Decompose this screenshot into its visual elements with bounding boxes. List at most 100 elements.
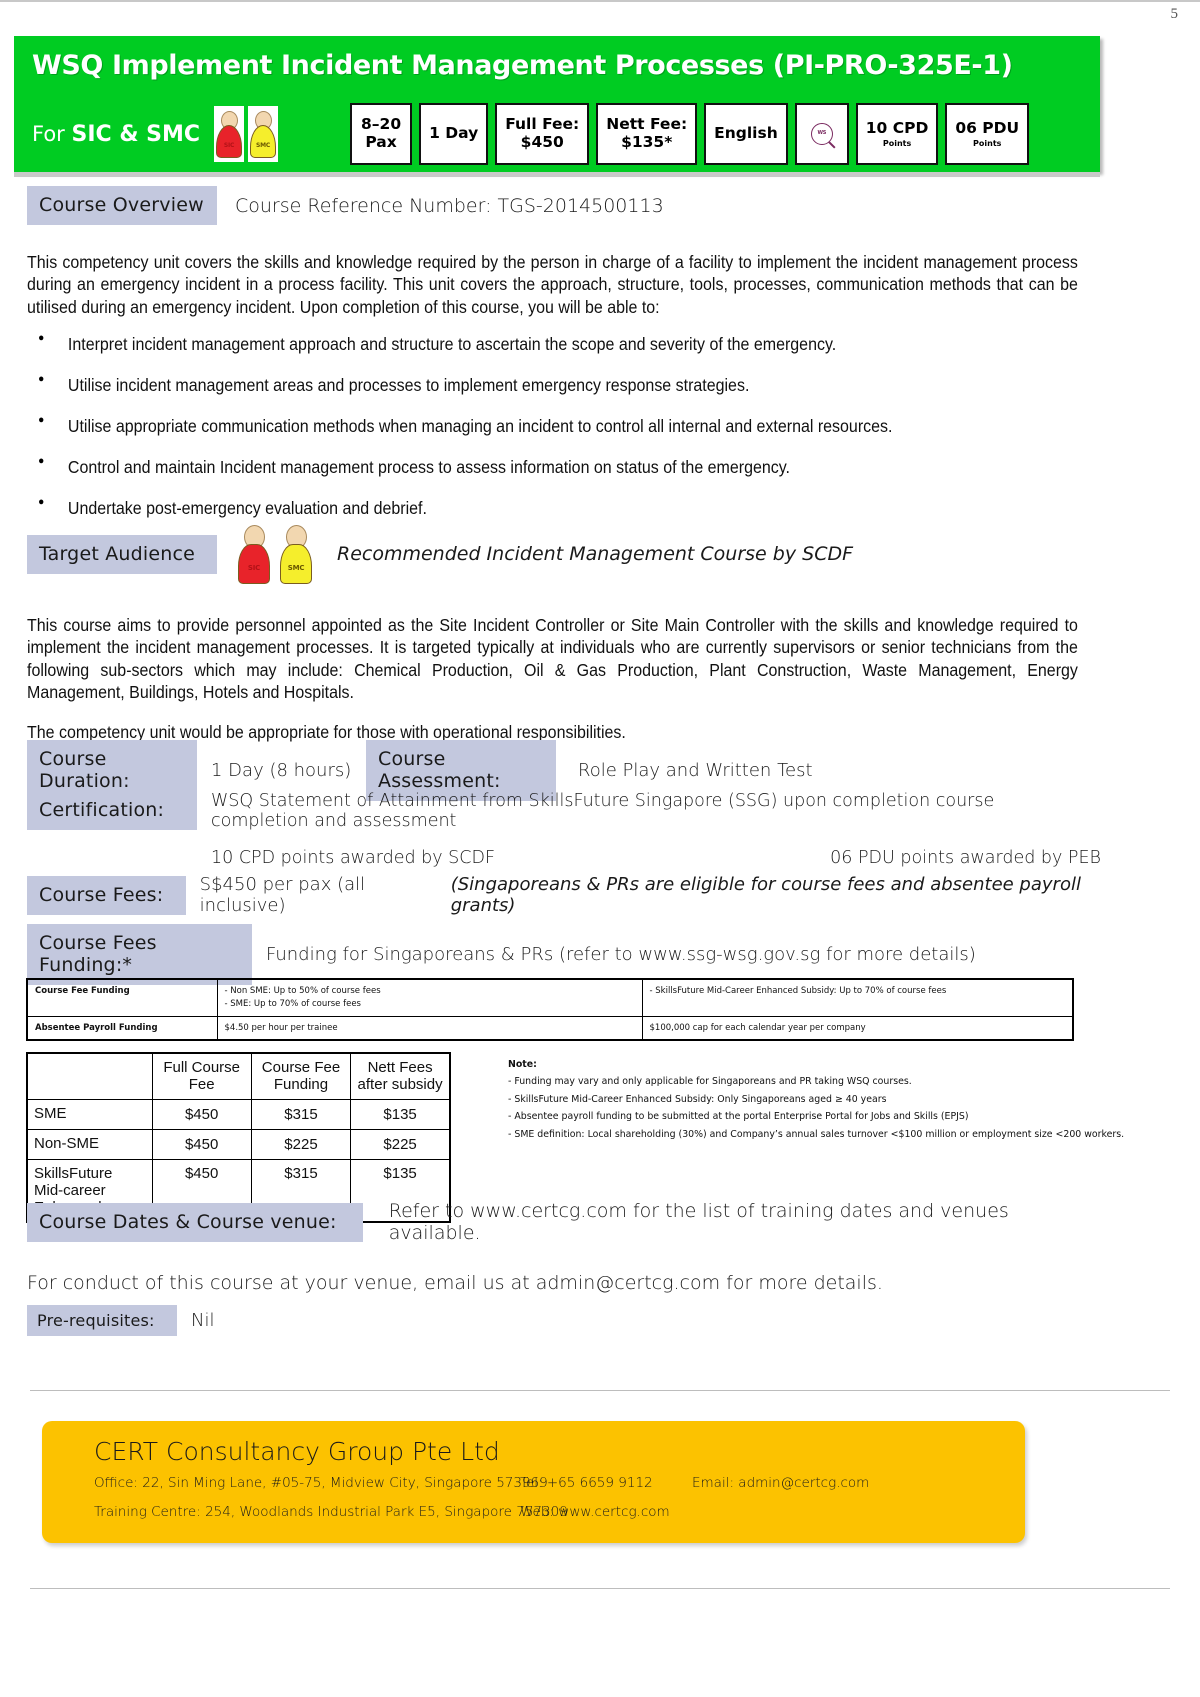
fee-th-nett: Nett Fees after subsidy	[350, 1052, 451, 1100]
sic-label: SIC	[247, 564, 261, 572]
course-fees-eligibility-note: (Singaporeans & PRs are eligible for cou…	[450, 874, 1081, 916]
fee-row-1-nett: $225	[350, 1128, 451, 1160]
chip-language: English	[704, 103, 788, 165]
list-item: Interpret incident management approach a…	[27, 332, 1013, 355]
chip-full-fee: Full Fee: $450	[495, 103, 590, 165]
fee-row-1-full: $450	[151, 1128, 252, 1160]
sic-person-icon: SIC	[214, 106, 245, 162]
for-audience: SIC & SMC	[71, 121, 201, 147]
company-telephone: Tel: +65 6659 9112	[520, 1475, 653, 1491]
note-title: Note:	[508, 1059, 537, 1070]
fee-row-1-label: Non-SME	[26, 1128, 153, 1160]
company-footer: CERT Consultancy Group Pte Ltd Office: 2…	[42, 1421, 1025, 1543]
chip-pdu: 06 PDU Points	[945, 103, 1030, 165]
fee-row-0-nett: $135	[350, 1098, 451, 1130]
page-number: 5	[1170, 6, 1179, 22]
fee-row-0-label: SME	[26, 1098, 153, 1130]
target-audience-section: Target Audience SIC SMC Recommended Inci…	[27, 520, 1097, 744]
table-row: Absentee Payroll Funding $4.50 per hour …	[26, 1015, 1074, 1041]
chip-nett-fee: Nett Fee: $135*	[596, 103, 698, 165]
note-item: - SkillsFuture Mid-Career Enhanced Subsi…	[508, 1093, 887, 1105]
chip-pdu-line1: 06 PDU	[955, 118, 1020, 137]
company-training-centre-address: Training Centre: 254, Woodlands Industri…	[94, 1504, 568, 1520]
course-fees-label: Course Fees:	[27, 875, 186, 915]
dates-venue-section: Course Dates & Course venue: Refer to ww…	[27, 1200, 1097, 1294]
course-overview-section: Course Overview Course Reference Number:…	[27, 186, 1087, 539]
chip-pax-line2: Pax	[365, 133, 397, 151]
course-reference-label: Course Reference Number:	[235, 194, 492, 217]
funding-note-block: Note: - Funding may vary and only applic…	[508, 1056, 1148, 1143]
table-header-row: Full Course Fee Course Fee Funding Nett …	[26, 1052, 451, 1100]
chip-pdu-sub: Points	[973, 139, 1002, 149]
chip-wsq-seal: WS	[794, 103, 849, 165]
chip-duration-line1: 1 Day	[429, 124, 479, 143]
course-header-banner: WSQ Implement Incident Management Proces…	[14, 36, 1100, 172]
course-overview-body: This competency unit covers the skills a…	[27, 252, 1078, 317]
course-fees-funding-label: Course Fees Funding:*	[27, 924, 252, 985]
target-audience-tag: For SIC & SMC	[32, 122, 200, 147]
course-fees-section: Course Fees: S$450 per pax (all inclusiv…	[27, 874, 1097, 916]
course-reference-number: TGS-2014500113	[497, 194, 664, 217]
chip-language-line1: English	[714, 124, 778, 143]
table-row: SME $450 $315 $135	[26, 1098, 451, 1130]
smc-person-icon: SMC	[248, 106, 279, 162]
course-duration-value: 1 Day (8 hours)	[211, 760, 352, 781]
banner-shadow	[14, 172, 1100, 177]
prerequisites-label: Pre-requisites:	[27, 1305, 177, 1336]
fee-breakdown-table-wrap: Full Course Fee Course Fee Funding Nett …	[26, 1052, 451, 1224]
funding-row-0-col2: - Non SME: Up to 50% of course fees - SM…	[216, 978, 643, 1017]
for-prefix: For	[32, 121, 72, 146]
course-fees-funding-value: Funding for Singaporeans & PRs (refer to…	[266, 944, 976, 965]
fee-th-full: Full Course Fee	[151, 1052, 252, 1100]
note-item: - Funding may vary and only applicable f…	[508, 1076, 912, 1088]
funding-row-1-col3: $100,000 cap for each calendar year per …	[641, 1015, 1074, 1041]
fee-row-0-full: $450	[151, 1098, 252, 1130]
chip-cpd-line1: 10 CPD	[865, 118, 929, 137]
funding-row-0-col3: - SkillsFuture Mid-Career Enhanced Subsi…	[641, 978, 1074, 1017]
funding-row-0-name: Course Fee Funding	[26, 978, 218, 1017]
scdf-recommendation-note: Recommended Incident Management Course b…	[337, 543, 854, 565]
smc-label: SMC	[287, 564, 305, 572]
course-overview-label: Course Overview	[27, 186, 217, 225]
company-office-address: Office: 22, Sin Ming Lane, #05-75, Midvi…	[94, 1475, 548, 1491]
prerequisites-value: Nil	[191, 1310, 215, 1331]
chip-full-fee-line1: Full Fee:	[505, 115, 580, 134]
target-role-icons: SIC SMC	[235, 520, 315, 588]
certification-section: Certification: WSQ Statement of Attainme…	[27, 791, 1101, 868]
dates-venue-label: Course Dates & Course venue:	[27, 1202, 363, 1242]
table-row: Non-SME $450 $225 $225	[26, 1128, 451, 1160]
chip-full-fee-line2: $450	[520, 133, 564, 151]
funding-row-1-col2: $4.50 per hour per trainee	[216, 1015, 643, 1041]
top-divider	[0, 0, 1200, 2]
banner-meta-row: For SIC & SMC SIC SMC 8–20 Pax 1 Day Ful…	[32, 100, 1092, 168]
course-reference: Course Reference Number: TGS-2014500113	[235, 195, 664, 217]
note-item: - Absentee payroll funding to be submitt…	[508, 1111, 969, 1123]
table-row: Course Fee Funding - Non SME: Up to 50% …	[26, 978, 1074, 1017]
fee-row-0-funding: $315	[250, 1098, 352, 1130]
note-item: - SME definition: Local shareholding (30…	[508, 1128, 1125, 1140]
funding-matrix-table: Course Fee Funding - Non SME: Up to 50% …	[26, 978, 1074, 1042]
prerequisites-section: Pre-requisites: Nil	[27, 1305, 214, 1336]
course-brochure-page: 5 WSQ Implement Incident Management Proc…	[0, 0, 1200, 1697]
sic-person-icon-large: SIC	[235, 520, 273, 588]
dates-venue-value: Refer to www.certcg.com for the list of …	[388, 1200, 1009, 1244]
venue-conduct-note: For conduct of this course at your venue…	[27, 1272, 883, 1294]
funding-matrix-table-wrap: Course Fee Funding - Non SME: Up to 50% …	[26, 978, 1074, 1042]
company-website: Web: www.certcg.com	[520, 1504, 670, 1520]
target-audience-body: This course aims to provide personnel ap…	[27, 615, 1078, 703]
list-item: Utilise appropriate communication method…	[27, 414, 1013, 437]
badge-chips: 8–20 Pax 1 Day Full Fee: $450 Nett Fee: …	[350, 103, 1030, 165]
list-item: Utilise incident management areas and pr…	[27, 373, 1013, 396]
chip-nett-fee-line1: Nett Fee:	[606, 115, 688, 134]
pdu-points-note: 06 PDU points awarded by PEB	[830, 848, 1101, 868]
fee-th-funding: Course Fee Funding	[250, 1052, 352, 1100]
wsq-seal-icon: WS	[810, 123, 833, 145]
company-email: Email: admin@certcg.com	[692, 1475, 870, 1491]
chip-cpd: 10 CPD Points	[855, 103, 939, 165]
smc-label: SMC	[256, 142, 271, 149]
sic-label: SIC	[223, 142, 235, 149]
company-name: CERT Consultancy Group Pte Ltd	[94, 1437, 500, 1466]
fee-row-1-funding: $225	[250, 1128, 352, 1160]
chip-cpd-sub: Points	[882, 139, 912, 149]
wsq-seal-text: WS	[817, 130, 827, 137]
